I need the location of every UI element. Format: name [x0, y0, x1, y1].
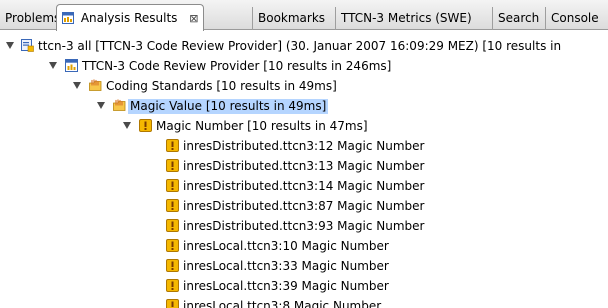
- analysis-results-icon: [62, 12, 74, 24]
- warning-icon: [139, 119, 152, 132]
- warning-icon: [166, 279, 179, 292]
- warning-icon: [166, 299, 179, 308]
- results-tree: ttcn-3 all [TTCN-3 Code Review Provider]…: [0, 31, 608, 308]
- close-icon[interactable]: ⊠: [189, 12, 198, 25]
- tree-node-label: ttcn-3 all [TTCN-3 Code Review Provider]…: [38, 39, 562, 53]
- tab-label: Problems: [5, 11, 61, 25]
- folder-hand-icon: [89, 79, 102, 91]
- tab-ttcn3-metrics[interactable]: TTCN-3 Metrics (SWE): [335, 7, 477, 30]
- tree-node-label: inresDistributed.ttcn3:93 Magic Number: [183, 219, 425, 233]
- analysis-run-icon: [21, 39, 34, 52]
- warning-icon: [166, 219, 179, 232]
- expand-triangle-icon[interactable]: [73, 82, 81, 89]
- expand-triangle-icon[interactable]: [123, 122, 131, 129]
- tab-label: TTCN-3 Metrics (SWE): [341, 11, 472, 25]
- tree-node-label: inresDistributed.ttcn3:13 Magic Number: [183, 159, 425, 173]
- tree-node-label: inresLocal.ttcn3:10 Magic Number: [183, 239, 389, 253]
- view-tab-bar: Problems Analysis Results ⊠ Bookmarks TT…: [0, 0, 608, 31]
- tab-label: Bookmarks: [258, 11, 326, 25]
- warning-icon: [166, 159, 179, 172]
- tree-node-label: inresLocal.ttcn3:39 Magic Number: [183, 279, 389, 293]
- tab-label: Search: [498, 11, 540, 25]
- tree-node-label: Coding Standards [10 results in 49ms]: [106, 79, 337, 93]
- tree-node-label: inresLocal.ttcn3:8 Magic Number: [183, 299, 382, 308]
- tree-node-label: TTCN-3 Code Review Provider [10 results …: [82, 59, 392, 73]
- warning-icon: [166, 199, 179, 212]
- tree-node-label: inresLocal.ttcn3:33 Magic Number: [183, 259, 389, 273]
- tree-node-label: Magic Value [10 results in 49ms]: [128, 99, 329, 114]
- tree-node-label: inresDistributed.ttcn3:87 Magic Number: [183, 199, 425, 213]
- tree-node-label: inresDistributed.ttcn3:14 Magic Number: [183, 179, 425, 193]
- warning-icon: [166, 139, 179, 152]
- provider-icon: [65, 59, 78, 72]
- tab-console[interactable]: Console: [545, 7, 604, 30]
- warning-icon: [166, 239, 179, 252]
- warning-icon: [166, 179, 179, 192]
- tab-search[interactable]: Search: [492, 7, 544, 30]
- expand-triangle-icon[interactable]: [97, 102, 105, 109]
- tree-node-label: inresDistributed.ttcn3:12 Magic Number: [183, 139, 425, 153]
- tree-node-label: Magic Number [10 results in 47ms]: [156, 119, 368, 133]
- tab-analysis-results[interactable]: Analysis Results ⊠: [56, 4, 205, 31]
- tab-bookmarks[interactable]: Bookmarks: [252, 7, 330, 30]
- warning-icon: [166, 259, 179, 272]
- expand-triangle-icon[interactable]: [49, 62, 57, 69]
- tab-label: Analysis Results: [80, 11, 178, 25]
- expand-triangle-icon[interactable]: [6, 42, 14, 49]
- folder-hand-icon: [113, 99, 126, 111]
- tab-label: Console: [551, 11, 599, 25]
